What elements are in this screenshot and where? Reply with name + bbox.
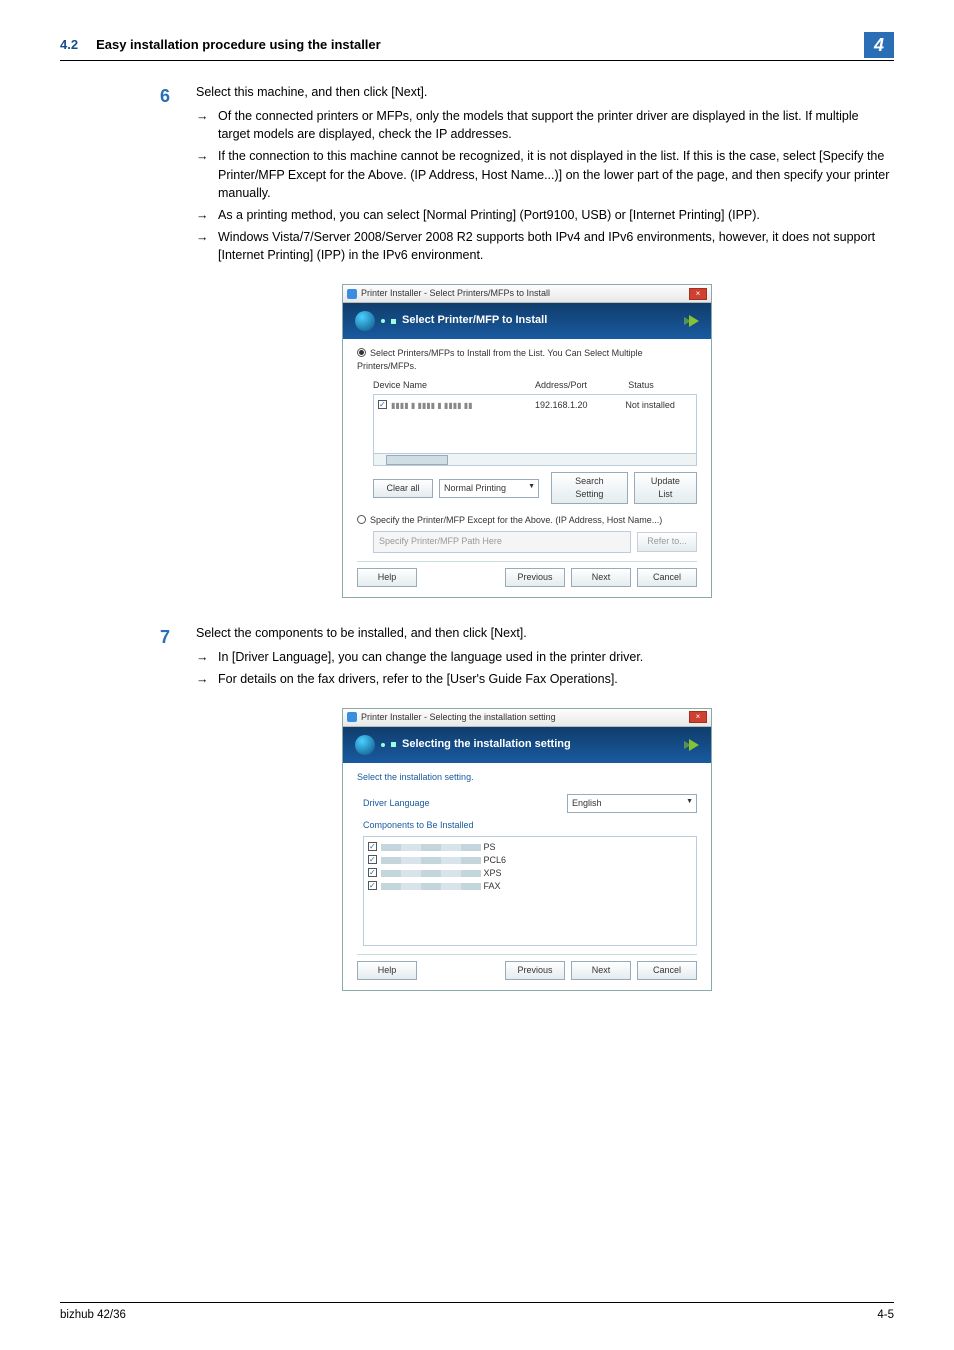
dialog-select-printer: Printer Installer - Select Printers/MFPs… [342, 284, 712, 597]
banner-dot-icon [381, 319, 385, 323]
radio-icon [357, 348, 366, 357]
chapter-number-box: 4 [864, 32, 894, 58]
clear-all-button[interactable]: Clear all [373, 479, 433, 498]
checkbox-icon[interactable] [368, 855, 377, 864]
previous-button[interactable]: Previous [505, 568, 565, 587]
printer-list[interactable]: ▮▮▮▮ ▮ ▮▮▮▮ ▮ ▮▮▮▮ ▮▮ 192.168.1.20 Not i… [373, 394, 697, 454]
banner-dot-icon [381, 743, 385, 747]
step-text: Select this machine, and then click [Nex… [196, 83, 894, 101]
bullet-text: For details on the fax drivers, refer to… [218, 670, 894, 688]
help-button[interactable]: Help [357, 961, 417, 980]
driver-language-dropdown[interactable]: English [567, 794, 697, 813]
arrow-icon: → [196, 648, 218, 666]
radio-select-from-list[interactable]: Select Printers/MFPs to Install from the… [357, 347, 697, 373]
banner-bullet-icon [391, 742, 396, 747]
app-icon [347, 289, 357, 299]
checkbox-icon[interactable] [368, 868, 377, 877]
page-footer: bizhub 42/36 4-5 [60, 1302, 894, 1324]
component-suffix: PS [484, 842, 496, 852]
cancel-button[interactable]: Cancel [637, 568, 697, 587]
banner-arrow-icon [686, 315, 699, 327]
arrow-icon: → [196, 206, 218, 224]
next-button[interactable]: Next [571, 961, 631, 980]
horizontal-scrollbar[interactable] [373, 454, 697, 466]
step-number: 6 [160, 83, 196, 268]
checkbox-icon[interactable] [378, 400, 387, 409]
close-icon[interactable]: × [689, 288, 707, 300]
banner-arrow-icon [686, 739, 699, 751]
component-name-redacted [381, 857, 481, 864]
section-title: Easy installation procedure using the in… [96, 36, 381, 55]
dialog-titlebar: Printer Installer - Select Printers/MFPs… [343, 285, 711, 303]
help-button[interactable]: Help [357, 568, 417, 587]
bullet-text: Of the connected printers or MFPs, only … [218, 107, 894, 143]
banner-orb-icon [355, 311, 375, 331]
component-suffix: PCL6 [484, 855, 507, 865]
col-status: Status [628, 379, 697, 392]
arrow-icon: → [196, 147, 218, 201]
component-name-redacted [381, 870, 481, 877]
refer-to-button[interactable]: Refer to... [637, 532, 697, 551]
printer-path-input[interactable]: Specify Printer/MFP Path Here [373, 531, 631, 552]
printing-method-dropdown[interactable]: Normal Printing [439, 479, 539, 498]
page-header: 4.2 Easy installation procedure using th… [60, 32, 894, 61]
dialog-title: Printer Installer - Selecting the instal… [361, 711, 556, 724]
app-icon [347, 712, 357, 722]
banner-bullet-icon [391, 319, 396, 324]
search-setting-button[interactable]: Search Setting [551, 472, 628, 504]
banner-title: Select Printer/MFP to Install [402, 313, 547, 329]
footer-page-number: 4-5 [877, 1307, 894, 1324]
previous-button[interactable]: Previous [505, 961, 565, 980]
update-list-button[interactable]: Update List [634, 472, 697, 504]
driver-language-label: Driver Language [363, 797, 567, 810]
dialog-banner: Select Printer/MFP to Install [343, 303, 711, 339]
dialog-banner: Selecting the installation setting [343, 727, 711, 763]
banner-orb-icon [355, 735, 375, 755]
col-device-name: Device Name [373, 379, 535, 392]
arrow-icon: → [196, 228, 218, 264]
component-item[interactable]: XPS [368, 867, 692, 880]
checkbox-icon[interactable] [368, 842, 377, 851]
next-button[interactable]: Next [571, 568, 631, 587]
step-7: 7 Select the components to be installed,… [160, 624, 894, 692]
radio-specify-printer[interactable]: Specify the Printer/MFP Except for the A… [357, 514, 697, 527]
device-name-redacted: ▮▮▮▮ ▮ ▮▮▮▮ ▮ ▮▮▮▮ ▮▮ [391, 401, 473, 410]
bullet-text: As a printing method, you can select [No… [218, 206, 894, 224]
section-number: 4.2 [60, 36, 78, 55]
dialog-titlebar: Printer Installer - Selecting the instal… [343, 709, 711, 727]
component-suffix: FAX [484, 881, 501, 891]
radio-icon [357, 515, 366, 524]
device-address: 192.168.1.20 [535, 399, 625, 412]
checkbox-icon[interactable] [368, 881, 377, 890]
component-item[interactable]: FAX [368, 880, 692, 893]
col-address-port: Address/Port [535, 379, 628, 392]
component-item[interactable]: PCL6 [368, 854, 692, 867]
components-label: Components to Be Installed [363, 819, 697, 832]
bullet-text: In [Driver Language], you can change the… [218, 648, 894, 666]
step-number: 7 [160, 624, 196, 692]
cancel-button[interactable]: Cancel [637, 961, 697, 980]
component-name-redacted [381, 844, 481, 851]
bullet-text: If the connection to this machine cannot… [218, 147, 894, 201]
component-item[interactable]: PS [368, 841, 692, 854]
component-name-redacted [381, 883, 481, 890]
device-status: Not installed [625, 399, 692, 412]
step-6: 6 Select this machine, and then click [N… [160, 83, 894, 268]
close-icon[interactable]: × [689, 711, 707, 723]
bullet-text: Windows Vista/7/Server 2008/Server 2008 … [218, 228, 894, 264]
footer-model: bizhub 42/36 [60, 1307, 126, 1324]
banner-title: Selecting the installation setting [402, 737, 571, 753]
dialog-installation-setting: Printer Installer - Selecting the instal… [342, 708, 712, 991]
arrow-icon: → [196, 107, 218, 143]
dialog-title: Printer Installer - Select Printers/MFPs… [361, 287, 550, 300]
step-text: Select the components to be installed, a… [196, 624, 894, 642]
component-suffix: XPS [484, 868, 502, 878]
instruction-text: Select the installation setting. [357, 771, 697, 784]
arrow-icon: → [196, 670, 218, 688]
